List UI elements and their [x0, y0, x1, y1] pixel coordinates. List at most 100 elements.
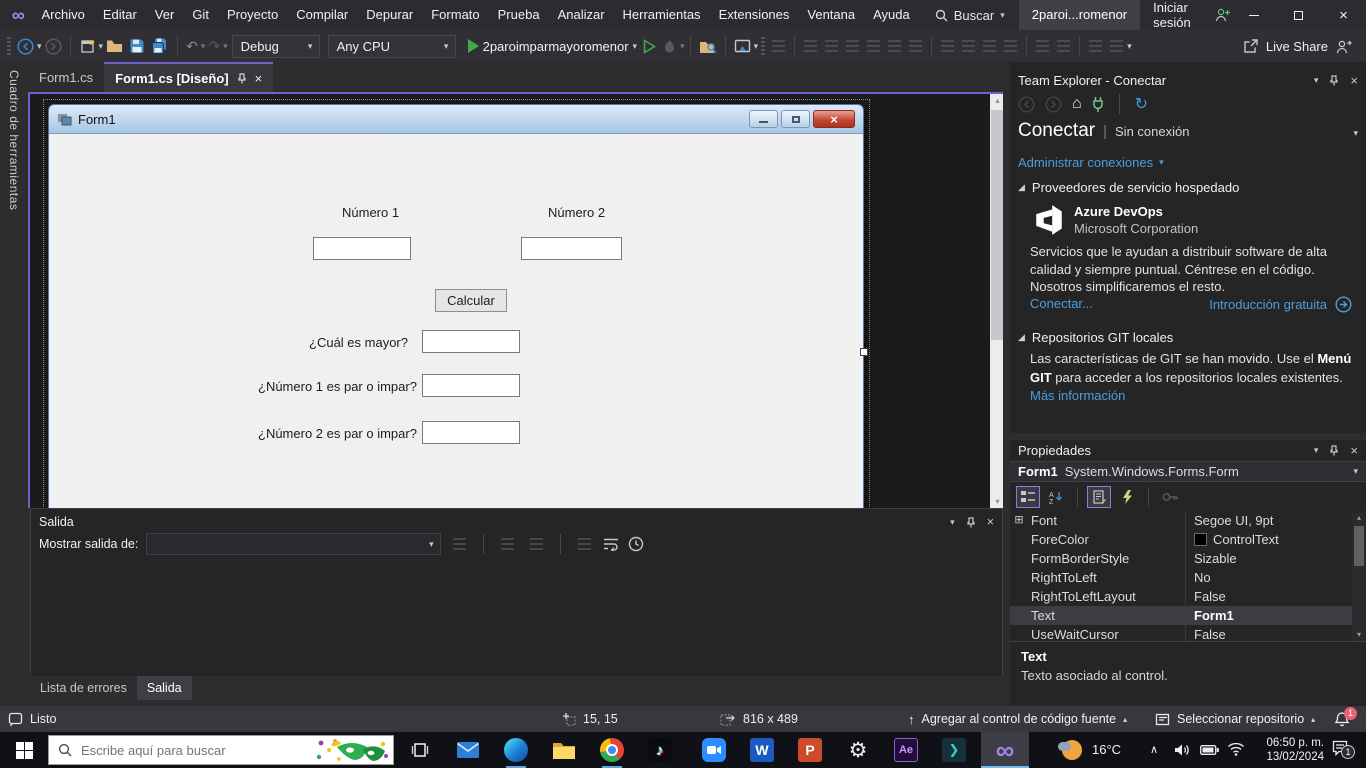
chevron-down-icon[interactable]: ▾ — [950, 517, 955, 528]
section-hosted-providers[interactable]: ◢ Proveedores de servicio hospedado — [1018, 180, 1239, 195]
close-panel-icon[interactable]: × — [1350, 73, 1358, 88]
scroll-up-icon[interactable]: ▴ — [1352, 513, 1366, 522]
pin-icon[interactable] — [966, 517, 976, 528]
file-explorer-app-icon[interactable] — [540, 732, 588, 768]
align-centers-icon[interactable] — [804, 40, 817, 52]
bring-to-front-icon[interactable] — [1089, 40, 1102, 52]
horizontal-spacing-icon[interactable] — [1036, 40, 1049, 52]
menu-editar[interactable]: Editar — [94, 0, 146, 30]
word-wrap-icon[interactable] — [603, 537, 620, 551]
form-maximize-button[interactable] — [781, 110, 810, 128]
property-row[interactable]: ForeColor ControlText — [1010, 530, 1366, 549]
property-value[interactable]: Form1 — [1186, 606, 1366, 625]
show-all-files-icon[interactable] — [734, 38, 751, 54]
menu-depurar[interactable]: Depurar — [357, 0, 422, 30]
manage-connections-link[interactable]: Administrar conexiones ▾ — [1018, 155, 1164, 170]
output-content[interactable] — [31, 559, 1002, 676]
start-button[interactable] — [0, 732, 48, 768]
next-message-icon[interactable] — [530, 538, 543, 550]
chevron-down-icon[interactable]: ▾ — [37, 41, 42, 52]
property-row[interactable]: RightToLeftLayout False — [1010, 587, 1366, 606]
tab-form1-cs-designer[interactable]: Form1.cs [Diseño] × — [104, 62, 273, 92]
property-row[interactable]: RightToLeft No — [1010, 568, 1366, 587]
chevron-down-icon[interactable]: ▾ — [201, 41, 206, 52]
form-titlebar[interactable]: Form1 × — [49, 105, 863, 134]
property-value[interactable]: No — [1186, 568, 1366, 587]
vertical-spacing-icon[interactable] — [1057, 40, 1070, 52]
start-without-debug-icon[interactable] — [643, 39, 656, 54]
after-effects-app-icon[interactable]: Ae — [882, 732, 930, 768]
tab-form1-cs[interactable]: Form1.cs — [28, 62, 104, 92]
visual-studio-app-icon[interactable]: ∞ — [981, 732, 1029, 768]
menu-formato[interactable]: Formato — [422, 0, 488, 30]
minimize-button[interactable] — [1231, 0, 1276, 30]
open-folder-icon[interactable] — [106, 39, 123, 53]
label-cual-es-mayor[interactable]: ¿Cuál es mayor? — [258, 335, 408, 350]
action-center-button[interactable]: 1 — [1332, 740, 1350, 757]
tab-salida[interactable]: Salida — [137, 676, 192, 700]
alphabetical-sort-icon[interactable]: AZ — [1044, 486, 1068, 508]
mail-app-icon[interactable] — [444, 732, 492, 768]
find-in-files-icon[interactable] — [699, 39, 717, 54]
tab-lista-de-errores[interactable]: Lista de errores — [30, 676, 137, 700]
navigate-back-icon[interactable] — [17, 38, 34, 55]
menu-compilar[interactable]: Compilar — [287, 0, 357, 30]
categorized-icon[interactable] — [1016, 486, 1040, 508]
weather-icon[interactable] — [1062, 740, 1082, 760]
make-same-height-icon[interactable] — [962, 40, 975, 52]
timestamp-clock-icon[interactable] — [628, 536, 644, 552]
restore-button[interactable] — [1276, 0, 1321, 30]
property-pages-key-icon[interactable] — [1158, 486, 1182, 508]
make-same-size-icon[interactable] — [941, 40, 954, 52]
zoom-designer-icon[interactable] — [1004, 40, 1017, 52]
expand-icon[interactable]: ⊞ — [1010, 511, 1028, 530]
form-resize-handle[interactable] — [860, 348, 868, 356]
pin-icon[interactable] — [237, 73, 247, 84]
wifi-icon[interactable] — [1227, 742, 1245, 756]
property-row[interactable]: UseWaitCursor False — [1010, 625, 1366, 641]
property-value[interactable]: Segoe UI, 9pt — [1186, 511, 1366, 530]
dev-app-icon[interactable]: ❯ — [930, 732, 978, 768]
pin-icon[interactable] — [1329, 75, 1339, 86]
panel-splitter[interactable] — [1003, 433, 1366, 440]
label-numero2-par-impar[interactable]: ¿Número 2 es par o impar? — [258, 426, 408, 441]
textbox-par2[interactable] — [422, 421, 520, 444]
menu-analizar[interactable]: Analizar — [549, 0, 614, 30]
align-lefts-icon[interactable] — [772, 40, 785, 52]
form-minimize-button[interactable] — [749, 110, 778, 128]
tray-clock[interactable]: 06:50 p. m. 13/02/2024 — [1248, 736, 1324, 764]
properties-view-icon[interactable] — [1087, 486, 1111, 508]
undo-icon[interactable]: ↶ — [186, 38, 198, 55]
save-all-icon[interactable] — [151, 38, 169, 54]
close-button[interactable]: × — [1321, 0, 1366, 30]
te-back-icon[interactable] — [1018, 96, 1035, 113]
property-row-selected[interactable]: Text Form1 — [1010, 606, 1366, 625]
volume-icon[interactable] — [1174, 743, 1191, 757]
taskbar-search[interactable] — [48, 735, 394, 765]
output-source-combo[interactable]: ▾ — [146, 533, 441, 555]
events-lightning-icon[interactable] — [1115, 486, 1139, 508]
textbox-numero2[interactable] — [521, 237, 622, 260]
azure-intro-link[interactable]: Introducción gratuita — [1209, 296, 1352, 313]
label-numero1[interactable]: Número 1 — [342, 205, 399, 220]
menu-ventana[interactable]: Ventana — [798, 0, 864, 30]
start-debug-icon[interactable] — [468, 39, 479, 53]
scroll-up-icon[interactable]: ▴ — [990, 96, 1003, 105]
toolbar-grip[interactable] — [7, 37, 11, 55]
start-project-button[interactable]: 2paroimparmayoromenor — [483, 39, 629, 54]
battery-icon[interactable] — [1200, 745, 1219, 755]
property-row[interactable]: ⊞ Font Segoe UI, 9pt — [1010, 511, 1366, 530]
word-app-icon[interactable]: W — [738, 732, 786, 768]
scrollbar-thumb[interactable] — [1354, 526, 1364, 566]
chevron-down-icon[interactable]: ▾ — [223, 41, 228, 52]
align-rights-icon[interactable] — [825, 40, 838, 52]
notifications-bell-button[interactable]: 1 — [1334, 706, 1350, 732]
refresh-icon[interactable]: ↻ — [1135, 94, 1148, 114]
property-value[interactable]: False — [1186, 587, 1366, 606]
menu-git[interactable]: Git — [183, 0, 218, 30]
chevron-down-icon[interactable]: ▾ — [1353, 128, 1358, 139]
te-forward-icon[interactable] — [1045, 96, 1062, 113]
toolbar-overflow-icon[interactable]: ▾ — [1127, 41, 1132, 52]
toolbox-strip[interactable]: Cuadro de herramientas — [0, 62, 28, 508]
properties-object-combo[interactable]: Form1 System.Windows.Forms.Form ▾ — [1010, 461, 1366, 482]
